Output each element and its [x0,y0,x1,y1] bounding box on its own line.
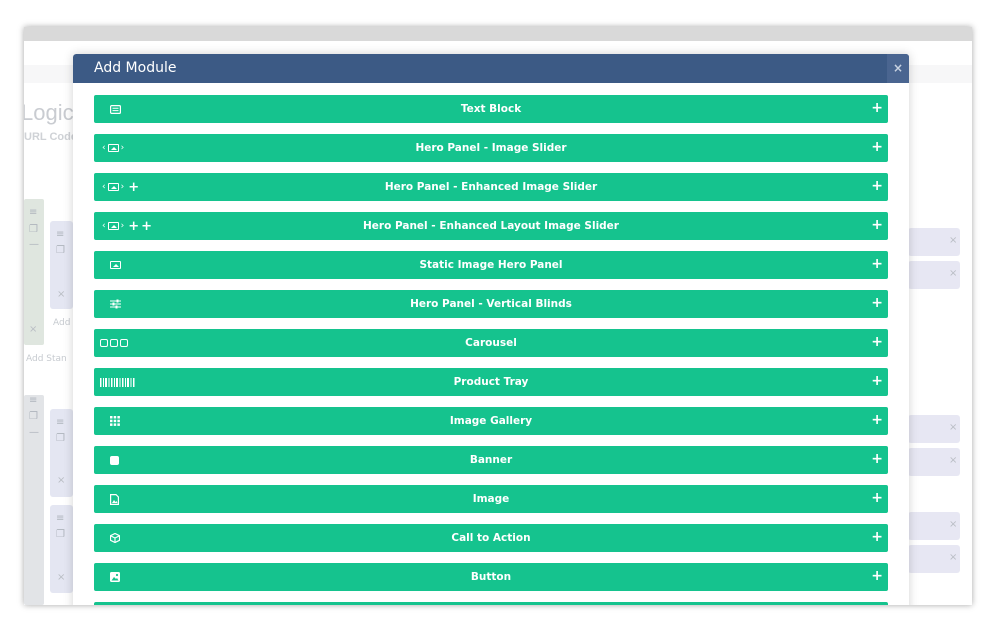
background-page-heading: Logic [24,100,74,125]
picture-icon [110,563,120,591]
bg-close-icon: × [57,572,66,583]
bg-minus-icon: — [29,427,39,438]
add-plus-icon: + [871,334,883,350]
close-button[interactable]: × [887,54,909,83]
module-carousel[interactable]: Carousel + [94,329,888,357]
module-label: Button [470,571,512,583]
bg-menu-icon: ≡ [29,395,38,406]
module-label: Image [472,493,510,505]
add-plus-icon: + [871,451,883,467]
modal-header: Add Module × [73,54,909,83]
module-static-image-hero-panel[interactable]: Static Image Hero Panel + [94,251,888,279]
image-file-icon [110,485,119,513]
module-hero-panel-enhanced-layout-image-slider[interactable]: Hero Panel - Enhanced Layout Image Slide… [94,212,888,240]
module-label: Product Tray [453,376,529,388]
module-image-gallery[interactable]: Image Gallery + [94,407,888,435]
module-hero-panel-image-slider[interactable]: Hero Panel - Image Slider ‹ › + [94,134,888,162]
static-image-icon [110,251,121,279]
add-plus-icon: + [871,412,883,428]
module-label: Text Block [460,103,522,115]
module-label: Hero Panel - Enhanced Image Slider [384,181,598,193]
module-image[interactable]: Image + [94,485,888,513]
bg-menu-icon: ≡ [29,207,38,218]
add-plus-icon: + [871,295,883,311]
bg-close-icon: × [949,268,958,279]
module-label: Hero Panel - Enhanced Layout Image Slide… [363,220,619,232]
module-label: Hero Panel - Vertical Blinds [410,298,572,310]
carousel-icon [100,329,130,357]
bg-close-icon: × [949,422,958,433]
cube-icon [110,524,120,552]
enhanced-image-slider-icon: ‹ › + [102,179,140,195]
add-plus-icon: + [871,568,883,584]
bg-close-icon: × [57,475,66,486]
bg-close-icon: × [29,324,38,335]
add-plus-icon: + [871,373,883,389]
text-block-icon [110,95,121,123]
bg-copy-icon: ❐ [56,529,65,540]
bg-close-icon: × [949,552,958,563]
bg-copy-icon: ❐ [56,433,65,444]
module-text-block[interactable]: Text Block + [94,95,888,123]
module-button[interactable]: Button + [94,563,888,591]
bg-close-icon: × [949,455,958,466]
bg-menu-icon: ≡ [56,417,65,428]
module-label: Image Gallery [449,415,533,427]
bg-copy-icon: ❐ [29,411,38,422]
bg-minus-icon: — [29,239,39,250]
add-plus-icon: + [871,256,883,272]
module-label: Static Image Hero Panel [419,259,563,271]
module-call-to-action[interactable]: Call to Action + [94,524,888,552]
bg-menu-icon: ≡ [56,513,65,524]
add-plus-icon: + [871,490,883,506]
bg-copy-icon: ❐ [29,224,38,235]
enhanced-layout-slider-icon: ‹ › + + [102,218,153,234]
module-label: Call to Action [451,532,531,544]
bg-add-standard-link[interactable]: Add Stan [26,354,67,364]
bg-menu-icon: ≡ [56,229,65,240]
barcode-icon [100,368,136,396]
bg-close-icon: × [949,235,958,246]
bg-add-link[interactable]: Add [53,318,70,328]
module-label: Hero Panel - Image Slider [415,142,567,154]
modal-title: Add Module [94,60,177,76]
browser-top-bar [24,27,972,41]
add-plus-icon: + [871,100,883,116]
add-plus-icon: + [871,529,883,545]
add-plus-icon: + [871,217,883,233]
add-plus-icon: + [871,139,883,155]
module-hero-panel-vertical-blinds[interactable]: Hero Panel - Vertical Blinds + [94,290,888,318]
module-hero-panel-enhanced-image-slider[interactable]: Hero Panel - Enhanced Image Slider ‹ › + + [94,173,888,201]
module-label: Carousel [465,337,517,349]
sliders-icon [110,290,121,318]
module-product-tray[interactable]: Product Tray + [94,368,888,396]
module-row-partial[interactable] [94,602,888,605]
add-plus-icon: + [871,178,883,194]
module-label: Banner [469,454,513,466]
bg-close-icon: × [57,289,66,300]
screenshot-frame: Logic URL Code: ≡ ❐ — × ≡ ❐ × Add Add St… [24,27,972,605]
close-icon: × [892,61,904,75]
grid-icon [110,407,120,435]
image-slider-icon: ‹ › [102,143,125,153]
square-icon [110,446,119,474]
bg-close-icon: × [949,519,958,530]
bg-copy-icon: ❐ [56,245,65,256]
add-module-modal: Add Module × Text Block + Hero Panel - I… [73,54,909,605]
module-banner[interactable]: Banner + [94,446,888,474]
